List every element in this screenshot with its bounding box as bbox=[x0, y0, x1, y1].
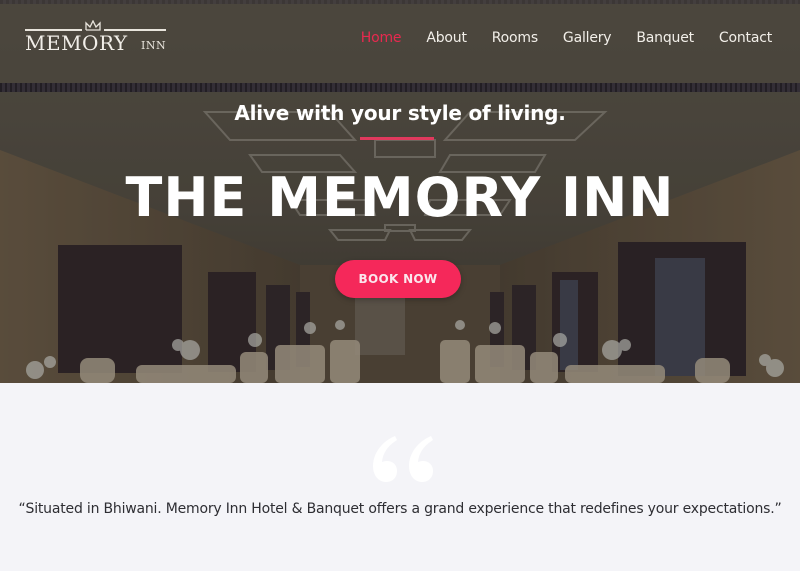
navbar: MEMORY INN Home About Rooms Gallery Banq… bbox=[0, 0, 800, 82]
nav-link-gallery[interactable]: Gallery bbox=[563, 30, 612, 46]
quote-open-icon bbox=[373, 436, 433, 482]
quote-section: “Situated in Bhiwani. Memory Inn Hotel &… bbox=[0, 383, 800, 571]
quote-text: “Situated in Bhiwani. Memory Inn Hotel &… bbox=[18, 501, 782, 517]
nav-link-home[interactable]: Home bbox=[361, 30, 402, 46]
logo-text: MEMORY bbox=[25, 31, 128, 55]
nav-link-about[interactable]: About bbox=[426, 30, 467, 46]
nav-link-contact[interactable]: Contact bbox=[719, 30, 772, 46]
nav-bottom-edge bbox=[0, 83, 800, 92]
hero-section: MEMORY INN Home About Rooms Gallery Banq… bbox=[0, 0, 800, 383]
logo-subtext: INN bbox=[141, 39, 167, 52]
book-now-button[interactable]: BOOK NOW bbox=[335, 260, 461, 298]
nav-link-banquet[interactable]: Banquet bbox=[636, 30, 694, 46]
logo[interactable]: MEMORY INN bbox=[25, 20, 167, 56]
main-nav: Home About Rooms Gallery Banquet Contact bbox=[336, 30, 772, 46]
tagline-divider bbox=[360, 137, 434, 140]
nav-link-rooms[interactable]: Rooms bbox=[492, 30, 538, 46]
hero-title: THE MEMORY INN bbox=[125, 166, 675, 229]
hero-tagline: Alive with your style of living. bbox=[234, 101, 566, 125]
